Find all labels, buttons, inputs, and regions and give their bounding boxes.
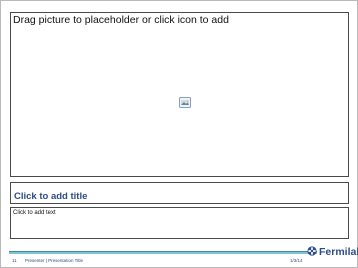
insert-picture-icon[interactable] bbox=[179, 95, 191, 108]
slide-number: 11 bbox=[12, 258, 17, 263]
fermilab-logo: Fermilab bbox=[307, 245, 358, 259]
title-placeholder[interactable]: Click to add title bbox=[10, 182, 349, 204]
fermilab-logo-text: Fermilab bbox=[319, 246, 358, 258]
picture-placeholder[interactable]: Drag picture to placeholder or click ico… bbox=[10, 12, 349, 177]
title-placeholder-prompt: Click to add title bbox=[14, 191, 88, 202]
picture-placeholder-prompt: Drag picture to placeholder or click ico… bbox=[13, 14, 229, 26]
text-placeholder[interactable]: Click to add text bbox=[10, 207, 349, 239]
footer-bar-accent bbox=[9, 251, 317, 252]
text-placeholder-prompt: Click to add text bbox=[13, 210, 56, 216]
fermilab-logo-icon bbox=[307, 243, 317, 261]
presenter-title: Presenter | Presentation Title bbox=[25, 258, 83, 263]
slide-date: 1/3/14 bbox=[290, 258, 303, 263]
footer-bar bbox=[9, 251, 317, 254]
slide: Drag picture to placeholder or click ico… bbox=[0, 0, 358, 268]
